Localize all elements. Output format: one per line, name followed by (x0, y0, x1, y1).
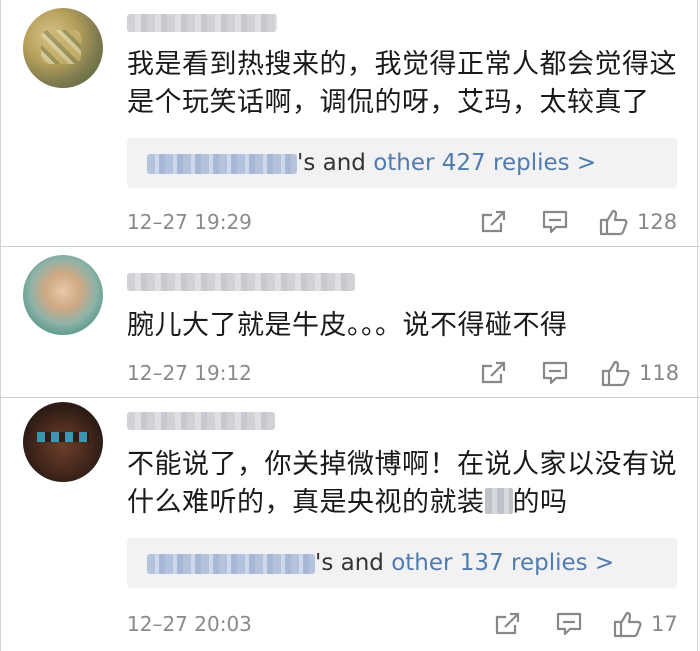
replies-link[interactable]: other 137 replies > (391, 550, 614, 576)
comment-item: 腕儿大了就是牛皮。。。说不得碰不得 12–27 19:12 118 (0, 247, 698, 397)
comment-icon[interactable] (541, 359, 569, 387)
username-redacted[interactable] (127, 14, 277, 32)
username-redacted[interactable] (127, 412, 275, 430)
comment-text-before: 不能说了，你关掉微博啊！在说人家以没有说什么难听的，真是央视的就装 (127, 449, 677, 518)
comment-meta: 12–27 19:12 118 (127, 359, 679, 387)
comment-icon[interactable] (555, 610, 583, 638)
reply-author-redacted (147, 553, 315, 574)
replies-prefix: 's and (297, 150, 374, 176)
username-redacted[interactable] (127, 273, 355, 291)
timestamp: 12–27 19:12 (127, 361, 252, 385)
like-button[interactable]: 118 (601, 359, 679, 387)
avatar[interactable] (23, 8, 103, 88)
thumbs-up-icon (601, 360, 630, 387)
like-count: 128 (637, 210, 678, 234)
replies-summary[interactable]: 's and other 137 replies > (127, 538, 677, 588)
comment-text: 腕儿大了就是牛皮。。。说不得碰不得 (127, 310, 568, 341)
replies-link[interactable]: other 427 replies > (373, 150, 596, 176)
share-icon[interactable] (479, 359, 507, 387)
replies-summary[interactable]: 's and other 427 replies > (127, 138, 677, 188)
share-icon[interactable] (493, 610, 521, 638)
like-count: 118 (639, 361, 680, 385)
thumbs-up-icon (613, 611, 642, 638)
comment-text-after: 的吗 (512, 487, 568, 518)
timestamp: 12–27 19:29 (127, 210, 252, 234)
comment-icon[interactable] (541, 208, 569, 236)
share-icon[interactable] (479, 208, 507, 236)
comment-meta: 12–27 19:29 128 (127, 208, 679, 236)
reply-author-redacted (147, 153, 297, 174)
comment-item: 我是看到热搜来的，我觉得正常人都会觉得这是个玩笑话啊，调侃的呀，艾玛，太较真了 … (0, 0, 698, 246)
comment-item: 不能说了，你关掉微博啊！在说人家以没有说什么难听的，真是央视的就装 的吗 's a… (0, 398, 698, 651)
thumbs-up-icon (599, 209, 628, 236)
like-button[interactable]: 128 (599, 208, 677, 236)
like-count: 17 (651, 612, 678, 636)
comment-text: 我是看到热搜来的，我觉得正常人都会觉得这是个玩笑话啊，调侃的呀，艾玛，太较真了 (127, 49, 677, 118)
comment-text: 不能说了，你关掉微博啊！在说人家以没有说什么难听的，真是央视的就装 的吗 (127, 446, 679, 522)
like-button[interactable]: 17 (613, 610, 678, 638)
avatar[interactable] (23, 255, 103, 335)
avatar[interactable] (23, 402, 103, 482)
replies-prefix: 's and (315, 550, 392, 576)
comment-feed: 我是看到热搜来的，我觉得正常人都会觉得这是个玩笑话啊，调侃的呀，艾玛，太较真了 … (0, 0, 700, 651)
comment-meta: 12–27 20:03 17 (127, 610, 679, 638)
timestamp: 12–27 20:03 (127, 612, 252, 636)
censored-mosaic (484, 488, 513, 514)
